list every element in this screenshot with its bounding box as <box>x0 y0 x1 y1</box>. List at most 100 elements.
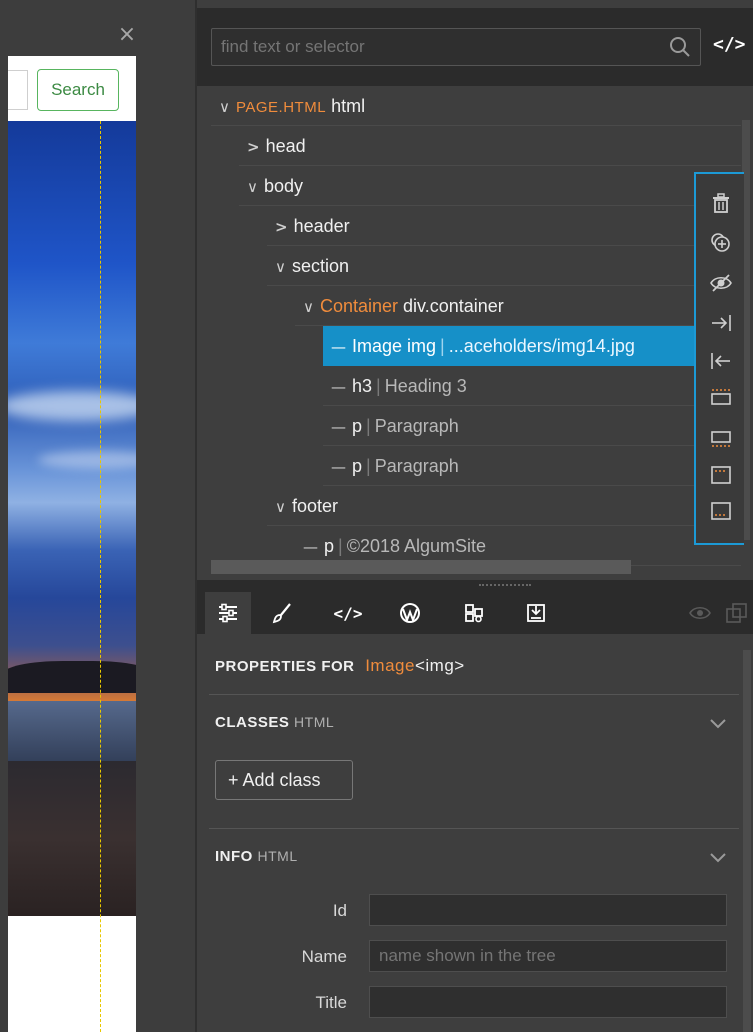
inspector-tab-bar: </> <box>197 592 753 634</box>
properties-header: PROPERTIES FOR Image<img> <box>215 656 465 676</box>
insert-before-icon[interactable] <box>706 382 736 412</box>
image-cloud <box>8 391 136 421</box>
tree-row-separator: | <box>338 536 343 556</box>
panel-splitter[interactable] <box>197 580 753 592</box>
leaf-dash-icon: — <box>331 378 346 396</box>
tree-row-body[interactable]: ∨ body <box>239 166 741 206</box>
tab-style[interactable] <box>259 592 305 634</box>
inspector-panel: </> ∨ PAGE.HTML html > head ∨ body > header … <box>197 0 753 1032</box>
canvas-preview[interactable]: × Search <box>0 0 195 1032</box>
classes-section-header[interactable]: CLASSES HTML <box>215 714 334 731</box>
tree-row-p[interactable]: — p | Paragraph <box>323 446 695 486</box>
tree-row-html[interactable]: ∨ PAGE.HTML html <box>211 86 741 126</box>
wordpress-icon <box>400 603 420 623</box>
tree-row-label: p <box>324 536 335 556</box>
info-section-header[interactable]: INFO HTML <box>215 848 298 865</box>
name-field[interactable] <box>369 940 727 972</box>
leaf-dash-icon: — <box>331 418 346 436</box>
preview-eye-icon[interactable] <box>689 604 711 622</box>
close-icon[interactable]: × <box>116 24 138 46</box>
tree-row-label: div.container <box>403 296 504 316</box>
duplicate-icon[interactable] <box>706 228 736 258</box>
collapse-chevron-icon[interactable]: ∨ <box>219 98 230 116</box>
id-field[interactable] <box>369 894 727 926</box>
selection-guide-line <box>100 121 101 1032</box>
trash-icon[interactable] <box>706 188 736 218</box>
outdent-icon[interactable] <box>706 346 736 376</box>
leaf-dash-icon: — <box>303 538 318 556</box>
classes-subtitle: HTML <box>294 714 335 730</box>
code-icon: </> <box>333 603 363 623</box>
tree-row-label-prefix: Container <box>319 296 399 316</box>
tab-properties[interactable] <box>205 592 251 634</box>
tab-components[interactable] <box>451 592 497 634</box>
preview-search-input[interactable] <box>8 70 28 110</box>
image-beach <box>8 761 136 916</box>
properties-title: PROPERTIES FOR <box>215 658 355 675</box>
tree-row-h3[interactable]: — h3 | Heading 3 <box>323 366 695 406</box>
tree-row-label: body <box>263 176 304 196</box>
tree-row-label: section <box>291 256 350 276</box>
insert-first-icon[interactable] <box>706 460 736 490</box>
style-brush-icon <box>272 603 291 624</box>
tree-horizontal-scrollbar[interactable] <box>211 560 631 574</box>
tree-row-label: p <box>352 456 363 476</box>
detach-panel-icon[interactable] <box>725 602 749 624</box>
name-label: Name <box>301 947 347 966</box>
tree-row-detail: Paragraph <box>374 456 459 476</box>
insert-last-icon[interactable] <box>706 496 736 526</box>
chevron-down-icon[interactable] <box>707 846 729 868</box>
id-label: Id <box>332 901 347 920</box>
preview-search-button[interactable]: Search <box>37 69 119 111</box>
image-sea <box>8 701 136 761</box>
tab-code[interactable]: </> <box>325 592 371 634</box>
tree-row-image-selected[interactable]: — Image img | ...aceholders/img14.jpg <box>323 326 695 366</box>
title-label: Title <box>315 993 348 1012</box>
section-divider <box>209 694 739 695</box>
element-tree[interactable]: ∨ PAGE.HTML html > head ∨ body > header ∨ sec… <box>211 86 741 576</box>
leaf-dash-icon: — <box>331 458 346 476</box>
preview-image[interactable] <box>8 121 136 916</box>
expand-chevron-icon[interactable]: > <box>275 218 288 236</box>
tree-row-label: head <box>265 136 306 156</box>
collapse-chevron-icon[interactable]: ∨ <box>275 498 286 516</box>
tree-row-footer[interactable]: ∨ footer <box>267 486 741 526</box>
tree-row-section[interactable]: ∨ section <box>267 246 741 286</box>
tree-row-head[interactable]: > head <box>239 126 741 166</box>
insert-after-icon[interactable] <box>706 424 736 454</box>
tree-row-detail: ©2018 AlgumSite <box>346 536 487 556</box>
tree-row-label-prefix: PAGE.HTML <box>235 99 327 116</box>
tab-wordpress[interactable] <box>387 592 433 634</box>
leaf-dash-icon: — <box>331 338 346 356</box>
info-subtitle: HTML <box>257 848 298 864</box>
element-actions-toolbar <box>694 172 744 545</box>
search-icon[interactable] <box>669 36 691 58</box>
collapse-chevron-icon[interactable]: ∨ <box>247 178 258 196</box>
tree-row-separator: | <box>376 376 381 396</box>
tree-row-header[interactable]: > header <box>267 206 741 246</box>
tree-row-label: footer <box>291 496 339 516</box>
export-icon <box>527 604 545 622</box>
tree-filter-input[interactable] <box>211 28 701 66</box>
tree-row-p[interactable]: — p | Paragraph <box>323 406 695 446</box>
tree-row-detail: ...aceholders/img14.jpg <box>448 336 635 356</box>
splitter-grip[interactable] <box>479 584 531 587</box>
hide-icon[interactable] <box>706 268 736 298</box>
tree-row-label: html <box>331 96 366 116</box>
add-class-button[interactable]: + Add class <box>215 760 353 800</box>
properties-vertical-scrollbar[interactable] <box>743 650 751 1032</box>
collapse-chevron-icon[interactable]: ∨ <box>303 298 314 316</box>
chevron-down-icon[interactable] <box>707 712 729 734</box>
properties-element-tag: <img> <box>414 656 465 675</box>
properties-element-name: Image <box>365 656 415 675</box>
tab-export[interactable] <box>513 592 559 634</box>
classes-title: CLASSES <box>215 714 290 731</box>
tree-row-container[interactable]: ∨ Container div.container <box>295 286 741 326</box>
expand-chevron-icon[interactable]: > <box>247 138 260 156</box>
tree-row-detail: Paragraph <box>374 416 459 436</box>
section-divider <box>209 828 739 829</box>
title-field[interactable] <box>369 986 727 1018</box>
code-view-toggle-icon[interactable]: </> <box>713 34 746 55</box>
indent-icon[interactable] <box>706 308 736 338</box>
collapse-chevron-icon[interactable]: ∨ <box>275 258 286 276</box>
